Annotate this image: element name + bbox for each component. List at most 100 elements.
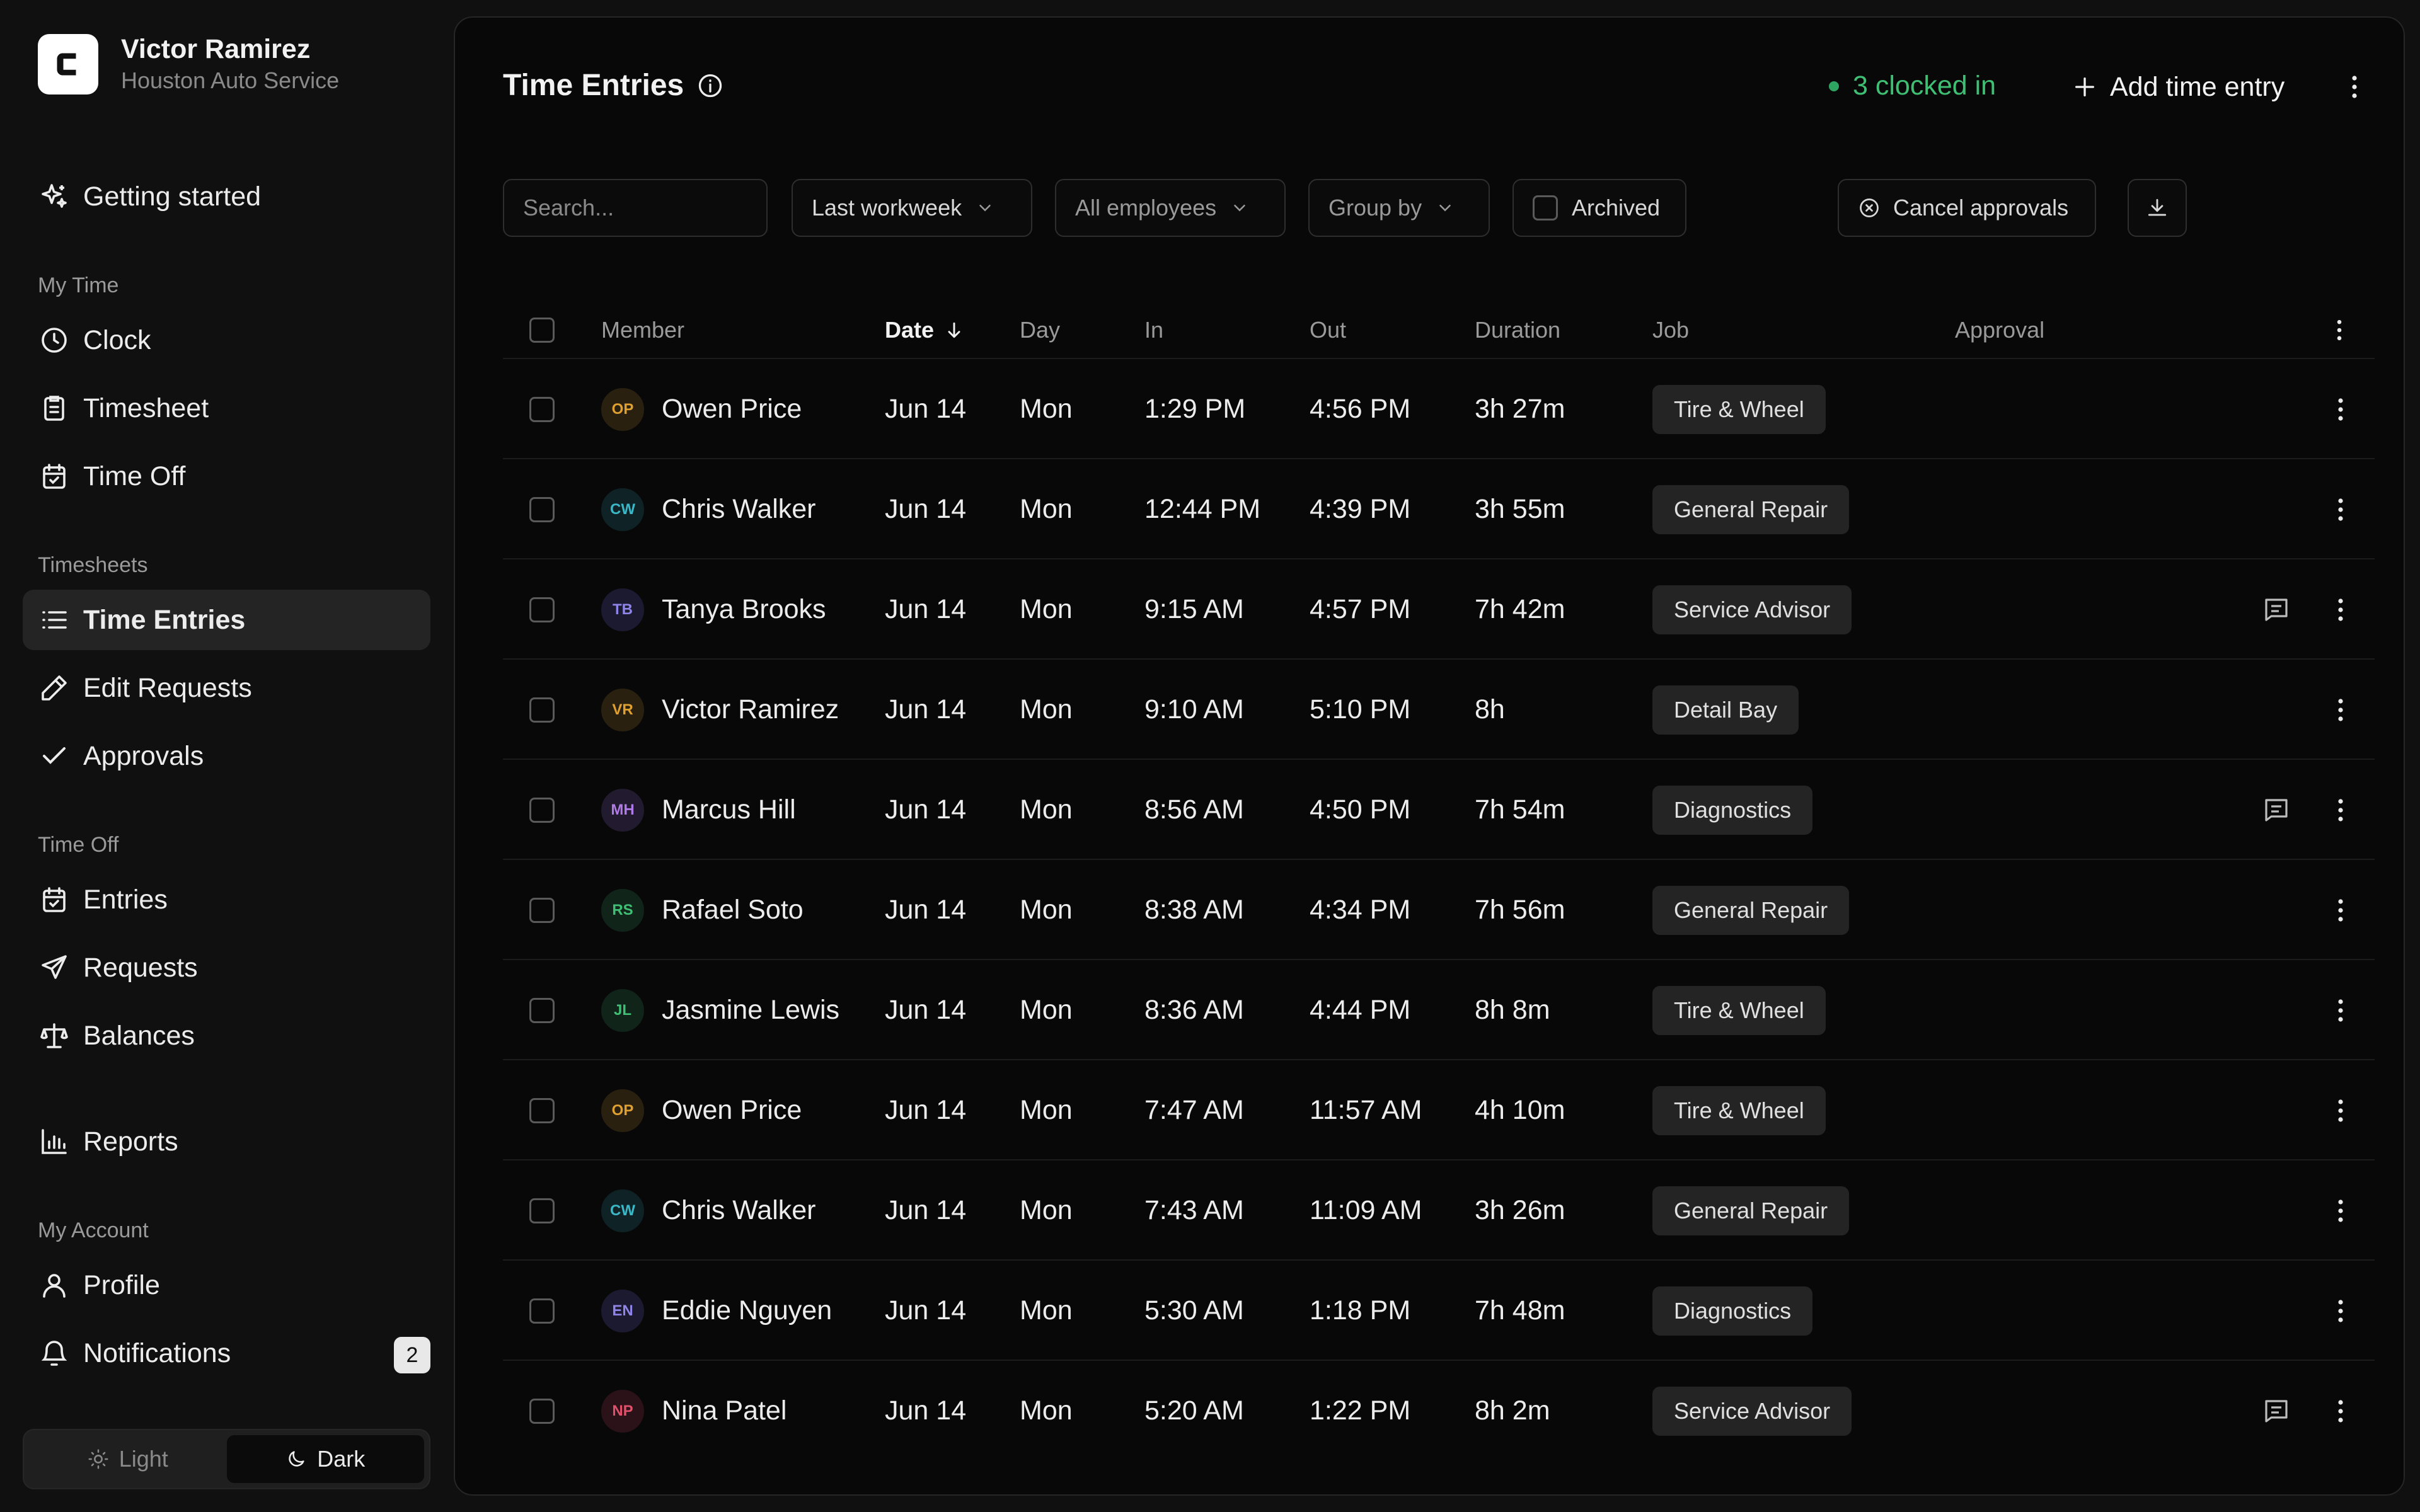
row-checkbox[interactable] xyxy=(529,1097,555,1123)
date-cell: Jun 14 xyxy=(885,394,967,424)
column-date[interactable]: Date xyxy=(885,302,964,358)
select-all-checkbox[interactable] xyxy=(529,318,555,343)
clock-out-cell: 4:44 PM xyxy=(1310,995,1411,1025)
note-icon[interactable] xyxy=(2260,1395,2293,1428)
row-checkbox[interactable] xyxy=(529,1398,555,1424)
note-icon[interactable] xyxy=(2260,794,2293,827)
table-row[interactable]: OP Owen Price Jun 14 Mon 7:47 AM 11:57 AM 4h 1… xyxy=(503,1059,2375,1159)
sidebar-item-approvals[interactable]: Approvals xyxy=(23,726,430,786)
note-icon[interactable] xyxy=(2260,593,2293,626)
table-row[interactable]: TB Tanya Brooks Jun 14 Mon 9:15 AM 4:57 PM 7h … xyxy=(503,558,2375,658)
sidebar-item-requests[interactable]: Requests xyxy=(23,937,430,998)
theme-light-button[interactable]: Light xyxy=(29,1435,227,1483)
info-icon[interactable] xyxy=(696,72,724,100)
row-checkbox[interactable] xyxy=(529,496,555,522)
more-options-icon[interactable] xyxy=(2324,1094,2357,1127)
employees-select[interactable]: All employees xyxy=(1055,179,1286,237)
download-button[interactable] xyxy=(2128,179,2187,237)
more-options-icon[interactable] xyxy=(2324,1395,2357,1428)
row-checkbox[interactable] xyxy=(529,1198,555,1223)
more-options-icon[interactable] xyxy=(2324,493,2357,526)
job-cell: Service Advisor xyxy=(1652,559,1852,660)
avatar: NP xyxy=(601,1389,644,1433)
table-row[interactable]: VR Victor Ramirez Jun 14 Mon 9:10 AM 5:10 PM 8… xyxy=(503,658,2375,759)
sidebar-item-label: Edit Requests xyxy=(83,672,252,703)
job-cell: Diagnostics xyxy=(1652,1261,1813,1361)
add-time-entry-button[interactable]: Add time entry xyxy=(2062,64,2295,110)
row-checkbox[interactable] xyxy=(529,1298,555,1324)
period-select[interactable]: Last workweek xyxy=(792,179,1032,237)
sidebar-item-clock[interactable]: Clock xyxy=(23,310,430,370)
job-tag: Diagnostics xyxy=(1652,785,1813,835)
day-cell: Mon xyxy=(1020,895,1073,925)
member-name: Marcus Hill xyxy=(662,794,796,825)
app-logo xyxy=(38,34,98,94)
column-day[interactable]: Day xyxy=(1020,302,1060,358)
more-options-icon[interactable] xyxy=(2324,393,2357,426)
clocked-in-status[interactable]: 3 clocked in xyxy=(1829,71,1996,101)
sidebar-item-entries[interactable]: Entries xyxy=(23,869,430,930)
column-out[interactable]: Out xyxy=(1310,302,1346,358)
row-checkbox[interactable] xyxy=(529,396,555,422)
column-approval[interactable]: Approval xyxy=(1955,302,2044,358)
calendar-check-icon xyxy=(38,460,71,493)
calendar-icon xyxy=(38,883,71,916)
row-select-cell xyxy=(529,1060,555,1160)
account-switcher[interactable]: Victor Ramirez Houston Auto Service xyxy=(38,33,339,96)
clock-in-cell: 12:44 PM xyxy=(1144,494,1261,524)
note-cell xyxy=(2260,1361,2293,1461)
table-row[interactable]: RS Rafael Soto Jun 14 Mon 8:38 AM 4:34 PM 7h 5… xyxy=(503,859,2375,959)
sidebar-item-reports[interactable]: Reports xyxy=(23,1111,430,1172)
theme-dark-button[interactable]: Dark xyxy=(226,1435,424,1483)
more-options-icon[interactable] xyxy=(2324,593,2357,626)
archived-toggle[interactable]: Archived xyxy=(1512,179,1686,237)
row-checkbox[interactable] xyxy=(529,597,555,622)
more-options-icon[interactable] xyxy=(2339,72,2370,102)
more-options-icon[interactable] xyxy=(2324,894,2357,927)
sidebar-item-label: Reports xyxy=(83,1126,178,1157)
group-by-select[interactable]: Group by xyxy=(1308,179,1490,237)
column-in[interactable]: In xyxy=(1144,302,1163,358)
archived-checkbox[interactable] xyxy=(1533,195,1558,220)
more-options-icon[interactable] xyxy=(2324,1295,2357,1327)
more-options-icon[interactable] xyxy=(2324,694,2357,726)
cancel-approvals-button[interactable]: Cancel approvals xyxy=(1838,179,2096,237)
table-row[interactable]: CW Chris Walker Jun 14 Mon 7:43 AM 11:09 AM 3h… xyxy=(503,1159,2375,1259)
table-row[interactable]: JL Jasmine Lewis Jun 14 Mon 8:36 AM 4:44 PM 8h… xyxy=(503,959,2375,1059)
clock-in-cell: 7:43 AM xyxy=(1144,1195,1244,1225)
row-checkbox[interactable] xyxy=(529,797,555,823)
sidebar-item-label: Requests xyxy=(83,952,198,983)
column-member[interactable]: Member xyxy=(601,302,684,358)
table-row[interactable]: OP Owen Price Jun 14 Mon 1:29 PM 4:56 PM 3h 27… xyxy=(503,358,2375,458)
sidebar-item-edit-requests[interactable]: Edit Requests xyxy=(23,658,430,718)
search-input[interactable] xyxy=(523,195,747,221)
row-options-cell xyxy=(2324,1261,2357,1361)
table-row[interactable]: NP Nina Patel Jun 14 Mon 5:20 AM 1:22 PM 8h 2m… xyxy=(503,1360,2375,1460)
table-row[interactable]: CW Chris Walker Jun 14 Mon 12:44 PM 4:39 PM 3h… xyxy=(503,458,2375,558)
sidebar-item-balances[interactable]: Balances xyxy=(23,1005,430,1066)
row-checkbox[interactable] xyxy=(529,997,555,1023)
sidebar-item-time-entries[interactable]: Time Entries xyxy=(23,590,430,650)
section-my-time: My Time xyxy=(38,273,119,297)
more-options-icon[interactable] xyxy=(2324,1194,2357,1227)
sidebar-item-getting-started[interactable]: Getting started xyxy=(23,166,430,227)
row-checkbox[interactable] xyxy=(529,697,555,723)
more-options-icon[interactable] xyxy=(2324,794,2357,827)
table-row[interactable]: EN Eddie Nguyen Jun 14 Mon 5:30 AM 1:18 PM 7h … xyxy=(503,1259,2375,1360)
table-row[interactable]: MH Marcus Hill Jun 14 Mon 8:56 AM 4:50 PM 7h 5… xyxy=(503,759,2375,859)
more-options-icon[interactable] xyxy=(2324,994,2357,1027)
sidebar-item-time-off[interactable]: Time Off xyxy=(23,446,430,507)
column-duration[interactable]: Duration xyxy=(1475,302,1560,358)
main-panel: Time Entries 3 clocked in Add time entry… xyxy=(454,16,2405,1496)
user-name: Victor Ramirez xyxy=(121,34,311,64)
column-options[interactable] xyxy=(2325,302,2353,358)
sidebar-item-notifications[interactable]: Notifications 2 xyxy=(23,1323,430,1383)
row-select-cell xyxy=(529,459,555,559)
member-cell: VR Victor Ramirez xyxy=(601,660,839,760)
date-cell: Jun 14 xyxy=(885,895,967,925)
sidebar-item-timesheet[interactable]: Timesheet xyxy=(23,378,430,438)
column-job[interactable]: Job xyxy=(1652,302,1689,358)
member-name: Chris Walker xyxy=(662,494,816,524)
row-checkbox[interactable] xyxy=(529,897,555,923)
sidebar-item-profile[interactable]: Profile xyxy=(23,1255,430,1315)
